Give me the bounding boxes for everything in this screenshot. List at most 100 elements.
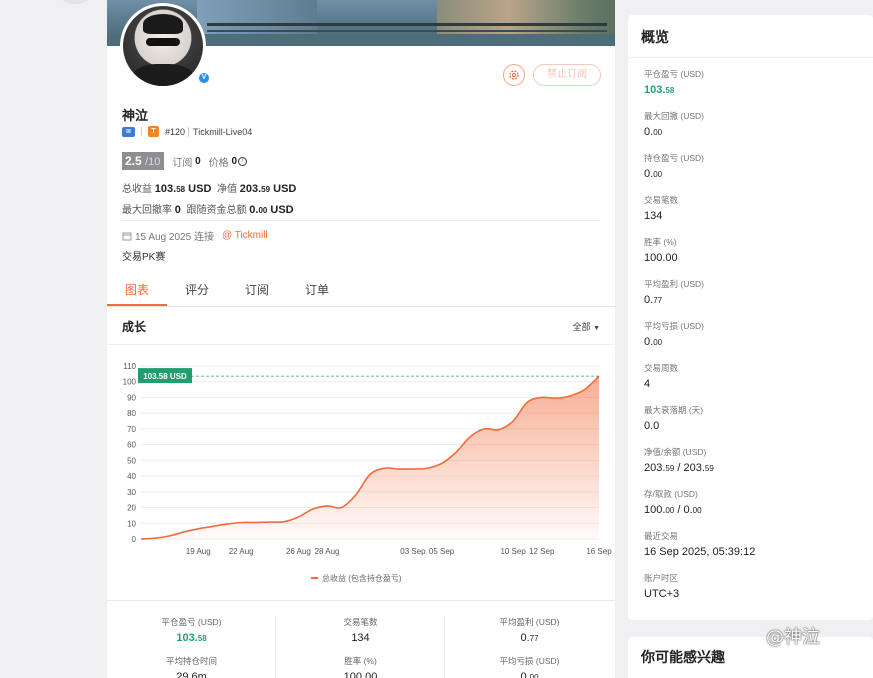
summary-stat-value: 103.58 xyxy=(176,632,207,644)
profile-name: 神泣 xyxy=(122,108,149,123)
y-tick-label: 10 xyxy=(127,519,136,528)
top-decoration xyxy=(60,0,90,4)
profit-line: 总收益 103.58 USD 净值 203.59 USD xyxy=(122,183,297,195)
x-tick-label: 28 Aug xyxy=(315,547,340,556)
overview-stat: 最大衰落期 (天) 0.0 xyxy=(644,404,703,432)
summary-stat-label: 交易笔数 xyxy=(343,617,378,627)
summary-stat: 平均亏损 (USD) 0.00 xyxy=(445,655,614,678)
range-dropdown[interactable]: 全部 ▼ xyxy=(573,320,600,333)
overview-stat-label: 存/取款 (USD) xyxy=(644,489,698,499)
overview-stat-value: 103.58 xyxy=(644,84,675,96)
overview-stat-label: 平均盈利 (USD) xyxy=(644,279,704,289)
overview-stat-value: 100.00 / 0.00 xyxy=(644,504,702,516)
growth-chart: 0 10 20 30 40 50 60 70 80 90 100 110 19 Aug 22 Aug 26 … xyxy=(107,345,615,600)
summary-stat-label: 平仓盈亏 (USD) xyxy=(161,617,222,627)
y-tick-label: 110 xyxy=(123,362,136,371)
x-tick-label: 22 Aug xyxy=(229,547,254,556)
score-badge: 2.5 /10 xyxy=(122,152,165,170)
y-tick-label: 50 xyxy=(127,456,136,465)
overview-stat-value: 4 xyxy=(644,378,651,390)
disable-subscription-button[interactable]: 禁止订阅 xyxy=(533,64,601,86)
overview-stat-label: 平均亏损 (USD) xyxy=(644,321,704,331)
summary-stat-label: 平均亏损 (USD) xyxy=(499,656,560,666)
price-label: 价格 xyxy=(208,157,229,169)
y-tick-label: 30 xyxy=(127,488,136,497)
broker-link[interactable]: @ Tickmill xyxy=(222,230,268,241)
growth-header: 成长 全部 ▼ xyxy=(107,307,615,345)
overview-stat: 平均亏损 (USD) 0.00 xyxy=(644,320,704,348)
summary-stat-value: 0.00 xyxy=(520,671,539,678)
subs-label: 订阅 xyxy=(172,157,193,169)
y-tick-label: 100 xyxy=(123,378,137,387)
y-tick-label: 40 xyxy=(127,472,136,481)
overview-stat: 交易笔数 134 xyxy=(644,194,678,222)
y-tick-label: 70 xyxy=(127,425,136,434)
connection-info: 15 Aug 2025 连接 @ Tickmill xyxy=(122,228,268,243)
growth-chart-svg: 0 10 20 30 40 50 60 70 80 90 100 110 19 Aug 22 Aug 26 … xyxy=(123,362,613,583)
account-name[interactable]: Tickmill-Live04 xyxy=(188,126,252,137)
x-tick-label: 05 Sep xyxy=(429,547,455,556)
profile-meta: ⊠ T #120 Tickmill-Live04 xyxy=(122,126,252,137)
overview-stat-value: 16 Sep 2025, 05:39:12 xyxy=(644,546,756,558)
overview-stat-value: 100.00 xyxy=(644,252,678,264)
y-tick-label: 20 xyxy=(127,504,136,513)
watermark: @神泣 xyxy=(766,627,820,648)
overview-stat-label: 交易周数 xyxy=(644,363,679,373)
subs-value: 0 xyxy=(195,155,201,167)
overview-stat: 平仓盈亏 (USD) 103.58 xyxy=(644,68,704,96)
tab-orders[interactable]: 订单 xyxy=(287,273,347,306)
badge-icon: ⊠ xyxy=(122,126,135,137)
summary-stat-value: 134 xyxy=(351,632,370,644)
y-tick-label: 0 xyxy=(132,535,137,544)
currency-zero-icon: / xyxy=(238,156,248,166)
overview-stat-label: 最大衰落期 (天) xyxy=(644,405,704,415)
overview-stat: 账户时区 UTC+3 xyxy=(644,572,679,600)
calendar-icon xyxy=(122,232,132,240)
rank: #120 xyxy=(165,126,186,137)
legend-label: 总收益 (包含持仓盈亏) xyxy=(322,573,402,583)
summary-stat-label: 胜率 (%) xyxy=(344,656,377,666)
interest-panel: 你可能感兴趣 xyxy=(628,637,873,678)
overview-stat: 净值/余额 (USD) 203.59 / 203.59 xyxy=(644,446,714,474)
summary-stat-label: 平均盈利 (USD) xyxy=(499,617,560,627)
follow-funds: 0.00 USD xyxy=(249,204,294,216)
growth-title: 成长 xyxy=(122,320,147,334)
overview-stat: 持仓盈亏 (USD) 0.00 xyxy=(644,152,704,180)
overview-stat-value: 0.00 xyxy=(644,126,663,138)
summary-grid: 平仓盈亏 (USD) 103.58 交易笔数 134 平均盈利 (USD) 0.77 平均持… xyxy=(107,601,615,678)
x-tick-label: 03 Sep xyxy=(400,547,426,556)
summary-stat-value: 100.00 xyxy=(343,671,378,678)
tab-subscribe[interactable]: 订阅 xyxy=(227,273,287,306)
summary-stat: 交易笔数 134 xyxy=(276,616,445,644)
summary-stat-label: 平均持仓时间 xyxy=(165,656,217,666)
overview-stat-value: 0.0 xyxy=(644,420,660,432)
x-tick-label: 16 Sep xyxy=(586,547,612,556)
drawdown-line: 最大回撤率 0 跟随资金总额 0.00 USD xyxy=(122,204,294,216)
tab-rating[interactable]: 评分 xyxy=(167,273,227,306)
interest-title: 你可能感兴趣 xyxy=(641,649,725,665)
x-tick-label: 19 Aug xyxy=(186,547,211,556)
overview-stat: 存/取款 (USD) 100.00 / 0.00 xyxy=(644,488,702,516)
max-drawdown: 0 xyxy=(174,204,181,216)
x-tick-label: 12 Sep xyxy=(529,547,555,556)
avatar[interactable]: V xyxy=(120,3,210,89)
summary-stat: 平仓盈亏 (USD) 103.58 xyxy=(107,616,276,644)
overview-stat-value: 0.77 xyxy=(644,294,663,306)
price-value: 0 xyxy=(231,155,238,167)
total-profit: 103.58 USD xyxy=(154,183,212,195)
overview-stat: 交易周数 4 xyxy=(644,362,678,390)
overview-stat-value: UTC+3 xyxy=(644,588,680,600)
caret-down-icon: ▼ xyxy=(593,325,600,332)
profile-card: V 禁止订阅 神泣 ⊠ T #120 Tickmill-Live04 2.5 /… xyxy=(107,0,615,678)
overview-stat-label: 最大回撤 (USD) xyxy=(644,111,704,121)
overview-panel: 概览 平仓盈亏 (USD) 103.58 最大回撤 (USD) 0.00 持仓盈亏 (U… xyxy=(628,15,873,620)
overview-stat-label: 持仓盈亏 (USD) xyxy=(644,153,704,163)
tab-chart[interactable]: 图表 xyxy=(107,273,168,306)
summary-stat: 胜率 (%) 100.00 xyxy=(276,655,445,678)
overview-stat-label: 最近交易 xyxy=(644,531,679,541)
summary-stat: 平均盈利 (USD) 0.77 xyxy=(445,616,614,644)
settings-button[interactable] xyxy=(503,64,525,86)
x-tick-label: 10 Sep xyxy=(500,547,526,556)
t-badge-icon: T xyxy=(148,126,159,137)
y-tick-label: 90 xyxy=(127,393,136,402)
